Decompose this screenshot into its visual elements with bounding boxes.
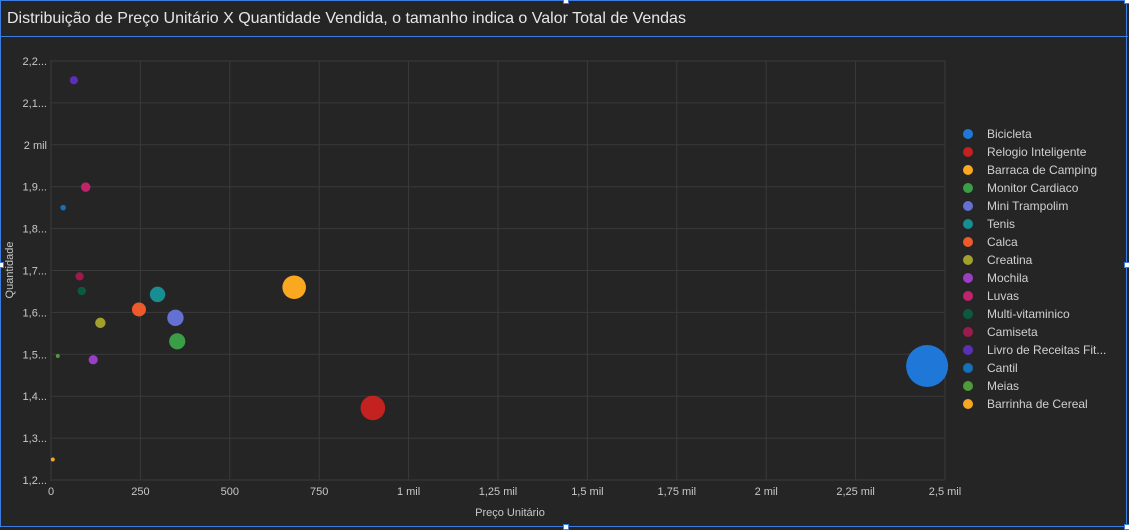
point-relogio-inteligente[interactable] (360, 395, 386, 421)
point-meias[interactable] (55, 353, 60, 358)
point-camiseta[interactable] (75, 272, 84, 281)
legend-item-luvas[interactable]: Luvas (987, 289, 1019, 303)
point-cantil[interactable] (60, 204, 66, 211)
legend-marker-livro-de-receitas-fit (963, 345, 973, 355)
data-points (50, 76, 949, 462)
point-barrinha-de-cereal[interactable] (50, 457, 55, 462)
y-tick-label: 1,4... (23, 391, 47, 403)
y-tick-label: 1,3... (23, 433, 47, 445)
legend-marker-mochila (963, 273, 973, 283)
y-tick-label: 2,1... (23, 98, 47, 110)
point-tenis[interactable] (149, 286, 166, 303)
x-tick-label: 750 (310, 486, 328, 498)
point-mini-trampolim[interactable] (167, 309, 184, 327)
y-tick-label: 1,5... (23, 349, 47, 361)
legend-item-multi-vitaminico[interactable]: Multi-vitaminico (987, 307, 1070, 321)
y-tick-label: 2,2... (23, 56, 47, 68)
point-livro-de-receitas-fit[interactable] (69, 76, 78, 85)
legend-item-bicicleta[interactable]: Bicicleta (987, 127, 1032, 141)
legend-item-creatina[interactable]: Creatina (987, 253, 1033, 267)
legend-marker-cantil (963, 363, 973, 373)
legend-marker-barrinha-de-cereal (963, 399, 973, 409)
y-tick-label: 1,8... (23, 224, 47, 236)
y-tick-label: 1,9... (23, 182, 47, 194)
y-tick-label: 1,7... (23, 266, 47, 278)
point-barraca-de-camping[interactable] (282, 275, 306, 300)
x-tick-label: 1,5 mil (571, 486, 603, 498)
legend-marker-meias (963, 381, 973, 391)
legend-marker-bicicleta (963, 129, 973, 139)
legend-item-tenis[interactable]: Tenis (987, 217, 1015, 231)
scatter-chart: 1,2... 1,3... 1,4... 1,5... 1,6... 1,7... 1,8.… (4, 56, 1106, 519)
legend-item-calca[interactable]: Calca (987, 235, 1018, 249)
point-luvas[interactable] (80, 182, 91, 192)
legend-marker-multi-vitaminico (963, 309, 973, 319)
x-tick-label: 250 (131, 486, 149, 498)
y-axis-label: Quantidade (4, 242, 16, 299)
legend-marker-creatina (963, 255, 973, 265)
point-mochila[interactable] (88, 355, 98, 365)
legend-marker-relogio-inteligente (963, 147, 973, 157)
x-tick-label: 1 mil (397, 486, 420, 498)
legend-item-mochila[interactable]: Mochila (987, 271, 1029, 285)
legend-marker-luvas (963, 291, 973, 301)
point-bicicleta[interactable] (906, 345, 949, 388)
x-tick-label: 2,5 mil (929, 486, 961, 498)
legend-item-livro-de-receitas-fit[interactable]: Livro de Receitas Fit... (987, 343, 1106, 357)
y-tick-label: 1,2... (23, 475, 47, 487)
grid-lines (50, 60, 946, 481)
legend-item-camiseta[interactable]: Camiseta (987, 325, 1038, 339)
x-axis-ticks: 0 250 500 750 1 mil 1,25 mil 1,5 mil 1,75 mil 2 … (48, 486, 961, 498)
x-tick-label: 0 (48, 486, 54, 498)
x-tick-label: 500 (221, 486, 239, 498)
legend-item-barrinha-de-cereal[interactable]: Barrinha de Cereal (987, 397, 1088, 411)
legend: Bicicleta Relogio Inteligente Barraca de C… (963, 127, 1106, 411)
legend-item-mini-trampolim[interactable]: Mini Trampolim (987, 199, 1068, 213)
point-calca[interactable] (131, 302, 146, 317)
legend-marker-calca (963, 237, 973, 247)
legend-item-monitor-cardiaco[interactable]: Monitor Cardiaco (987, 181, 1079, 195)
point-creatina[interactable] (95, 317, 106, 329)
y-tick-label: 1,6... (23, 307, 47, 319)
legend-marker-barraca-de-camping (963, 165, 973, 175)
legend-marker-mini-trampolim (963, 201, 973, 211)
legend-item-cantil[interactable]: Cantil (987, 361, 1018, 375)
point-monitor-cardiaco[interactable] (169, 333, 186, 350)
legend-item-relogio-inteligente[interactable]: Relogio Inteligente (987, 145, 1087, 159)
legend-item-meias[interactable]: Meias (987, 379, 1019, 393)
y-axis-ticks: 1,2... 1,3... 1,4... 1,5... 1,6... 1,7... 1,8.… (23, 56, 47, 487)
legend-item-barraca-de-camping[interactable]: Barraca de Camping (987, 163, 1097, 177)
y-tick-label: 2 mil (24, 140, 47, 152)
x-tick-label: 2 mil (755, 486, 778, 498)
legend-marker-tenis (963, 219, 973, 229)
legend-marker-camiseta (963, 327, 973, 337)
x-tick-label: 2,25 mil (836, 486, 875, 498)
legend-marker-monitor-cardiaco (963, 183, 973, 193)
x-tick-label: 1,25 mil (479, 486, 518, 498)
x-tick-label: 1,75 mil (658, 486, 697, 498)
x-axis-label: Preço Unitário (475, 507, 545, 519)
point-multi-vitaminico[interactable] (77, 286, 86, 296)
